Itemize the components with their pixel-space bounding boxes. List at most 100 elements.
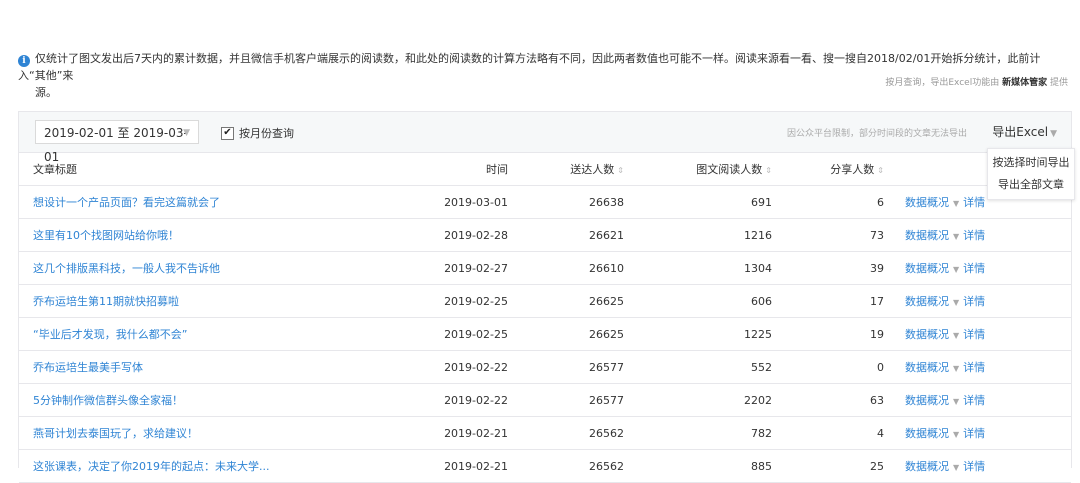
chevron-down-icon[interactable]: ▼ bbox=[953, 463, 959, 472]
delivered-count: 26562 bbox=[509, 416, 625, 450]
overview-link[interactable]: 数据概况 bbox=[905, 427, 949, 440]
article-time: 2019-02-22 bbox=[419, 350, 509, 384]
detail-link[interactable]: 详情 bbox=[963, 229, 985, 242]
checkbox-checked-icon[interactable]: ✔ bbox=[221, 126, 234, 140]
shares-count: 25 bbox=[773, 449, 885, 483]
table-row: 乔布运培生最美手写体 2019-02-22 26577 552 0 数据概况 ▼ 详情 bbox=[19, 350, 1071, 384]
row-actions: 数据概况 ▼ 详情 bbox=[885, 383, 1071, 417]
export-menu: 按选择时间导出 导出全部文章 bbox=[987, 148, 1075, 200]
sort-icon[interactable]: ⇕ bbox=[765, 166, 772, 175]
article-time: 2019-02-22 bbox=[419, 383, 509, 417]
chevron-down-icon: ▼ bbox=[1050, 129, 1057, 139]
table-row: 5分钟制作微信群头像全家福！ 2019-02-22 26577 2202 63 数据概况 ▼… bbox=[19, 383, 1071, 417]
article-title-link[interactable]: “毕业后才发现，我什么都不会” bbox=[19, 317, 419, 351]
detail-link[interactable]: 详情 bbox=[963, 427, 985, 440]
detail-link[interactable]: 详情 bbox=[963, 262, 985, 275]
table-row: 这里有10个找图网站给你哦！ 2019-02-28 26621 1216 73 数据概况 ▼… bbox=[19, 218, 1071, 252]
chevron-down-icon[interactable]: ▼ bbox=[953, 232, 959, 241]
table-row: “毕业后才发现，我什么都不会” 2019-02-25 26625 1225 19 数据概况… bbox=[19, 317, 1071, 351]
table-row: 乔布运培生第11期就快招募啦 2019-02-25 26625 606 17 数据概况 ▼ 详… bbox=[19, 284, 1071, 318]
reads-count: 885 bbox=[625, 449, 773, 483]
row-actions: 数据概况 ▼ 详情 bbox=[885, 350, 1071, 384]
delivered-count: 26562 bbox=[509, 449, 625, 483]
shares-count: 39 bbox=[773, 251, 885, 285]
overview-link[interactable]: 数据概况 bbox=[905, 196, 949, 209]
provider-suffix: 提供 bbox=[1049, 78, 1068, 88]
detail-link[interactable]: 详情 bbox=[963, 361, 985, 374]
article-title-link[interactable]: 燕哥计划去泰国玩了，求给建议！ bbox=[19, 416, 419, 450]
detail-link[interactable]: 详情 bbox=[963, 394, 985, 407]
header-title: 文章标题 bbox=[19, 153, 419, 186]
chevron-down-icon[interactable]: ▼ bbox=[953, 430, 959, 439]
export-by-time-item[interactable]: 按选择时间导出 bbox=[988, 152, 1074, 174]
overview-link[interactable]: 数据概况 bbox=[905, 295, 949, 308]
export-limit-note: 因公众平台限制，部分时间段的文章无法导出 bbox=[786, 129, 967, 139]
article-time: 2019-02-25 bbox=[419, 317, 509, 351]
detail-link[interactable]: 详情 bbox=[963, 295, 985, 308]
chevron-down-icon[interactable]: ▼ bbox=[953, 298, 959, 307]
header-delivered[interactable]: 送达人数 ⇕ bbox=[509, 153, 625, 186]
chevron-down-icon: ▼ bbox=[183, 128, 190, 138]
delivered-count: 26610 bbox=[509, 251, 625, 285]
reads-count: 606 bbox=[625, 284, 773, 318]
reads-count: 1225 bbox=[625, 317, 773, 351]
export-excel-label: 导出Excel bbox=[992, 125, 1049, 139]
info-icon: i bbox=[18, 55, 30, 67]
article-time: 2019-02-21 bbox=[419, 416, 509, 450]
reads-count: 1216 bbox=[625, 218, 773, 252]
article-title-link[interactable]: 5分钟制作微信群头像全家福！ bbox=[19, 383, 419, 417]
delivered-count: 26638 bbox=[509, 185, 625, 219]
article-title-link[interactable]: 乔布运培生第11期就快招募啦 bbox=[19, 284, 419, 318]
chevron-down-icon[interactable]: ▼ bbox=[953, 397, 959, 406]
delivered-count: 26577 bbox=[509, 383, 625, 417]
shares-count: 0 bbox=[773, 350, 885, 384]
overview-link[interactable]: 数据概况 bbox=[905, 361, 949, 374]
article-title-link[interactable]: 这几个排版黑科技，一般人我不告诉他 bbox=[19, 251, 419, 285]
sort-icon[interactable]: ⇕ bbox=[877, 166, 884, 175]
row-actions: 数据概况 ▼ 详情 bbox=[885, 218, 1071, 252]
toolbar: 2019-02-01 至 2019-03-01 ▼ ✔ 按月份查询 因公众平台限… bbox=[19, 112, 1071, 164]
article-time: 2019-02-21 bbox=[419, 449, 509, 483]
overview-link[interactable]: 数据概况 bbox=[905, 394, 949, 407]
row-actions: 数据概况 ▼ 详情 bbox=[885, 416, 1071, 450]
article-title-link[interactable]: 这张课表，决定了你2019年的起点：未来大学... bbox=[19, 449, 419, 483]
chevron-down-icon[interactable]: ▼ bbox=[953, 364, 959, 373]
header-reads[interactable]: 图文阅读人数 ⇕ bbox=[625, 153, 773, 186]
overview-link[interactable]: 数据概况 bbox=[905, 229, 949, 242]
reads-count: 1304 bbox=[625, 251, 773, 285]
export-excel-button[interactable]: 导出Excel ▼ bbox=[992, 123, 1057, 140]
export-all-item[interactable]: 导出全部文章 bbox=[988, 174, 1074, 196]
chevron-down-icon[interactable]: ▼ bbox=[953, 199, 959, 208]
row-actions: 数据概况 ▼ 详情 bbox=[885, 449, 1071, 483]
table-header-row: 文章标题 时间 送达人数 ⇕ 图文阅读人数 ⇕ 分享人数 ⇕ bbox=[19, 153, 1071, 186]
shares-count: 73 bbox=[773, 218, 885, 252]
article-time: 2019-03-01 bbox=[419, 185, 509, 219]
article-title-link[interactable]: 乔布运培生最美手写体 bbox=[19, 350, 419, 384]
shares-count: 4 bbox=[773, 416, 885, 450]
article-time: 2019-02-28 bbox=[419, 218, 509, 252]
overview-link[interactable]: 数据概况 bbox=[905, 328, 949, 341]
article-table: 文章标题 时间 送达人数 ⇕ 图文阅读人数 ⇕ 分享人数 ⇕ 想设计一个产品页面？看完… bbox=[19, 153, 1071, 483]
month-query-toggle[interactable]: ✔ 按月份查询 bbox=[221, 125, 294, 141]
row-actions: 数据概况 ▼ 详情 bbox=[885, 251, 1071, 285]
detail-link[interactable]: 详情 bbox=[963, 328, 985, 341]
article-time: 2019-02-27 bbox=[419, 251, 509, 285]
row-actions: 数据概况 ▼ 详情 bbox=[885, 284, 1071, 318]
overview-link[interactable]: 数据概况 bbox=[905, 262, 949, 275]
article-title-link[interactable]: 这里有10个找图网站给你哦！ bbox=[19, 218, 419, 252]
provider-prefix: 按月查询，导出Excel功能由 bbox=[885, 78, 1000, 88]
header-time: 时间 bbox=[419, 153, 509, 186]
delivered-count: 26577 bbox=[509, 350, 625, 384]
shares-count: 63 bbox=[773, 383, 885, 417]
header-shares[interactable]: 分享人数 ⇕ bbox=[773, 153, 885, 186]
provider-note: 按月查询，导出Excel功能由 新媒体管家 提供 bbox=[885, 75, 1068, 88]
date-range-select[interactable]: 2019-02-01 至 2019-03-01 ▼ bbox=[35, 120, 199, 164]
month-query-label: 按月份查询 bbox=[239, 127, 294, 140]
sort-icon[interactable]: ⇕ bbox=[617, 166, 624, 175]
article-title-link[interactable]: 想设计一个产品页面？看完这篇就会了 bbox=[19, 185, 419, 219]
detail-link[interactable]: 详情 bbox=[963, 196, 985, 209]
row-actions: 数据概况 ▼ 详情 bbox=[885, 317, 1071, 351]
shares-count: 19 bbox=[773, 317, 885, 351]
chevron-down-icon[interactable]: ▼ bbox=[953, 331, 959, 340]
chevron-down-icon[interactable]: ▼ bbox=[953, 265, 959, 274]
